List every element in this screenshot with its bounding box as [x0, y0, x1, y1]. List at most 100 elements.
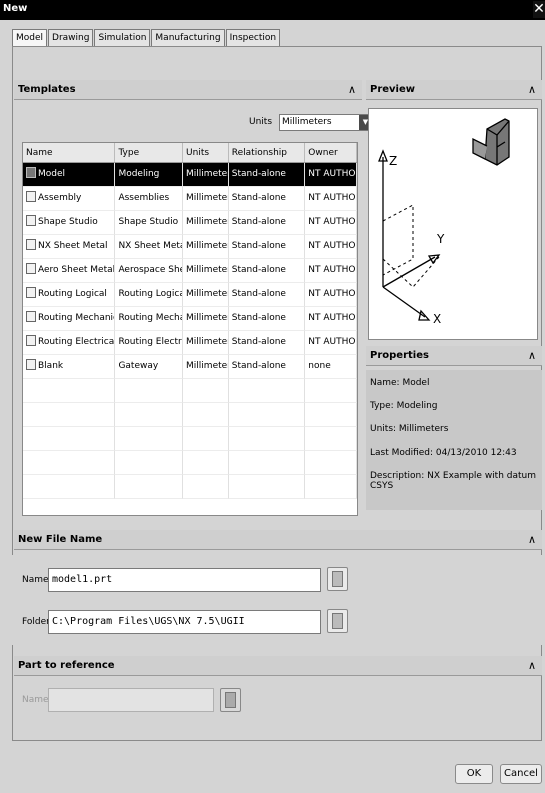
collapse-properties-icon[interactable]: ∧	[528, 346, 536, 366]
datum-csys-preview-image: Z Y X	[378, 118, 510, 326]
cell-owner: NT AUTHO...	[305, 235, 357, 259]
cell-relationship: Stand-alone	[228, 259, 306, 283]
file-name-input[interactable]: model1.prt	[48, 568, 321, 592]
tab-drawing[interactable]: Drawing	[48, 29, 94, 47]
cell-type: Routing Mecha...	[115, 307, 184, 331]
part-to-reference-title: Part to reference	[18, 660, 115, 671]
cell-name	[23, 379, 116, 403]
properties-header[interactable]: Properties ∧	[366, 346, 542, 366]
ok-button[interactable]: OK	[455, 764, 493, 784]
cell-relationship	[228, 403, 306, 427]
cell-units: Millimeters	[183, 211, 229, 235]
folder-input[interactable]: C:\Program Files\UGS\NX 7.5\UGII	[48, 610, 321, 634]
column-header-owner[interactable]: Owner	[305, 143, 357, 162]
templates-table: Name Type Units Relationship Owner Model…	[22, 142, 358, 516]
cell-owner	[305, 427, 357, 451]
cell-name	[23, 427, 116, 451]
cell-owner	[305, 379, 357, 403]
cell-text: Assemblies	[118, 193, 170, 203]
cell-text: Stand-alone	[231, 361, 286, 371]
cell-text: Millimeters	[186, 313, 228, 323]
column-header-units[interactable]: Units	[183, 143, 229, 162]
cell-text: Stand-alone	[231, 217, 286, 227]
table-row[interactable]: Blank Gateway MillimetersStand-alone none	[23, 355, 357, 379]
preview-header[interactable]: Preview ∧	[366, 80, 542, 100]
table-row[interactable]	[23, 427, 357, 451]
property-description: Description: NX Example with datum CSYS	[370, 471, 536, 491]
cell-owner	[305, 403, 357, 427]
cell-type: Assemblies	[115, 187, 184, 211]
cancel-button[interactable]: Cancel	[500, 764, 542, 784]
column-header-relationship[interactable]: Relationship	[229, 143, 306, 162]
properties-panel: Name: Model Type: Modeling Units: Millim…	[366, 370, 542, 510]
table-row[interactable]	[23, 451, 357, 475]
cell-text: Stand-alone	[231, 337, 286, 347]
table-row[interactable]: Routing ElectricalRouting Electri... Mill…	[23, 331, 357, 355]
folder-label: Folder	[22, 617, 50, 627]
table-row[interactable]: Shape Studio Shape Studio MillimetersStand…	[23, 211, 357, 235]
browse-folder-button[interactable]	[327, 609, 348, 633]
cell-text: Millimeters	[186, 289, 228, 299]
collapse-new-file-icon[interactable]: ∧	[528, 530, 536, 550]
table-row[interactable]: Routing LogicalRouting LogicalMillimeter…	[23, 283, 357, 307]
cell-text: Millimeters	[186, 337, 228, 347]
cell-text: Stand-alone	[231, 289, 286, 299]
cell-name: Routing Mechanical	[23, 307, 116, 331]
cell-units: Millimeters	[183, 259, 229, 283]
column-header-name[interactable]: Name	[23, 143, 116, 162]
column-header-type[interactable]: Type	[115, 143, 184, 162]
cell-text: none	[308, 361, 331, 371]
browse-name-button[interactable]	[327, 567, 348, 591]
tab-simulation[interactable]: Simulation	[94, 29, 151, 47]
table-row[interactable]	[23, 403, 357, 427]
templates-header[interactable]: Templates ∧	[14, 80, 362, 100]
table-row[interactable]	[23, 379, 357, 403]
collapse-preview-icon[interactable]: ∧	[528, 80, 536, 100]
units-row: Units Millimeters ▼	[16, 112, 373, 134]
new-file-name-header[interactable]: New File Name ∧	[14, 530, 542, 550]
template-icon	[26, 359, 36, 370]
reference-name-input[interactable]	[48, 688, 214, 712]
cell-relationship: Stand-alone	[228, 355, 306, 379]
table-row[interactable]: Assembly Assemblies MillimetersStand-alone…	[23, 187, 357, 211]
cell-text: Modeling	[118, 169, 160, 179]
tab-manufacturing[interactable]: Manufacturing	[151, 29, 225, 47]
cell-owner	[305, 475, 357, 499]
cell-owner	[305, 451, 357, 475]
template-icon	[26, 167, 36, 178]
cell-text: Aerospace She...	[118, 265, 182, 275]
templates-title: Templates	[18, 84, 76, 95]
table-row[interactable]: Routing Mechanical Routing Mecha... Millim…	[23, 307, 357, 331]
cell-name: Model	[23, 163, 116, 187]
browse-reference-button[interactable]	[220, 688, 241, 712]
cell-text: Millimeters	[186, 361, 228, 371]
tab-inspection[interactable]: Inspection	[225, 29, 281, 47]
table-row[interactable]: Aero Sheet MetalAerospace She... Millimet…	[23, 259, 357, 283]
table-row[interactable]: Model Modeling MillimetersStand-alone NT AU…	[23, 163, 357, 187]
part-to-reference-header[interactable]: Part to reference ∧	[14, 656, 542, 676]
table-body: ModelModelingMillimetersStand-aloneNT AU…	[23, 163, 357, 499]
cell-text: Millimeters	[186, 265, 228, 275]
units-value: Millimeters	[282, 117, 332, 127]
cell-name	[23, 451, 116, 475]
table-row[interactable]: NX Sheet MetalNX Sheet MetalMillimetersS…	[23, 235, 357, 259]
cell-type	[115, 427, 184, 451]
cell-relationship: Stand-alone	[228, 283, 306, 307]
cell-text: NT AUTHO...	[308, 169, 356, 179]
cell-text: NT AUTHO...	[308, 337, 356, 347]
cell-units: Millimeters	[183, 187, 229, 211]
table-header: Name Type Units Relationship Owner	[23, 143, 357, 163]
collapse-templates-icon[interactable]: ∧	[348, 80, 356, 100]
property-units: Units: Millimeters	[370, 424, 449, 434]
cell-type: Routing Logical	[115, 283, 184, 307]
cell-text: Stand-alone	[231, 313, 286, 323]
units-select[interactable]: Millimeters ▼	[279, 114, 373, 131]
table-row[interactable]	[23, 475, 357, 499]
cell-text: Stand-alone	[231, 265, 286, 275]
collapse-part-reference-icon[interactable]: ∧	[528, 656, 536, 676]
cell-type	[115, 451, 184, 475]
close-icon[interactable]: ✕	[533, 1, 545, 18]
cell-relationship: Stand-alone	[228, 211, 306, 235]
cell-units	[183, 379, 229, 403]
cell-type: Modeling	[115, 163, 184, 187]
